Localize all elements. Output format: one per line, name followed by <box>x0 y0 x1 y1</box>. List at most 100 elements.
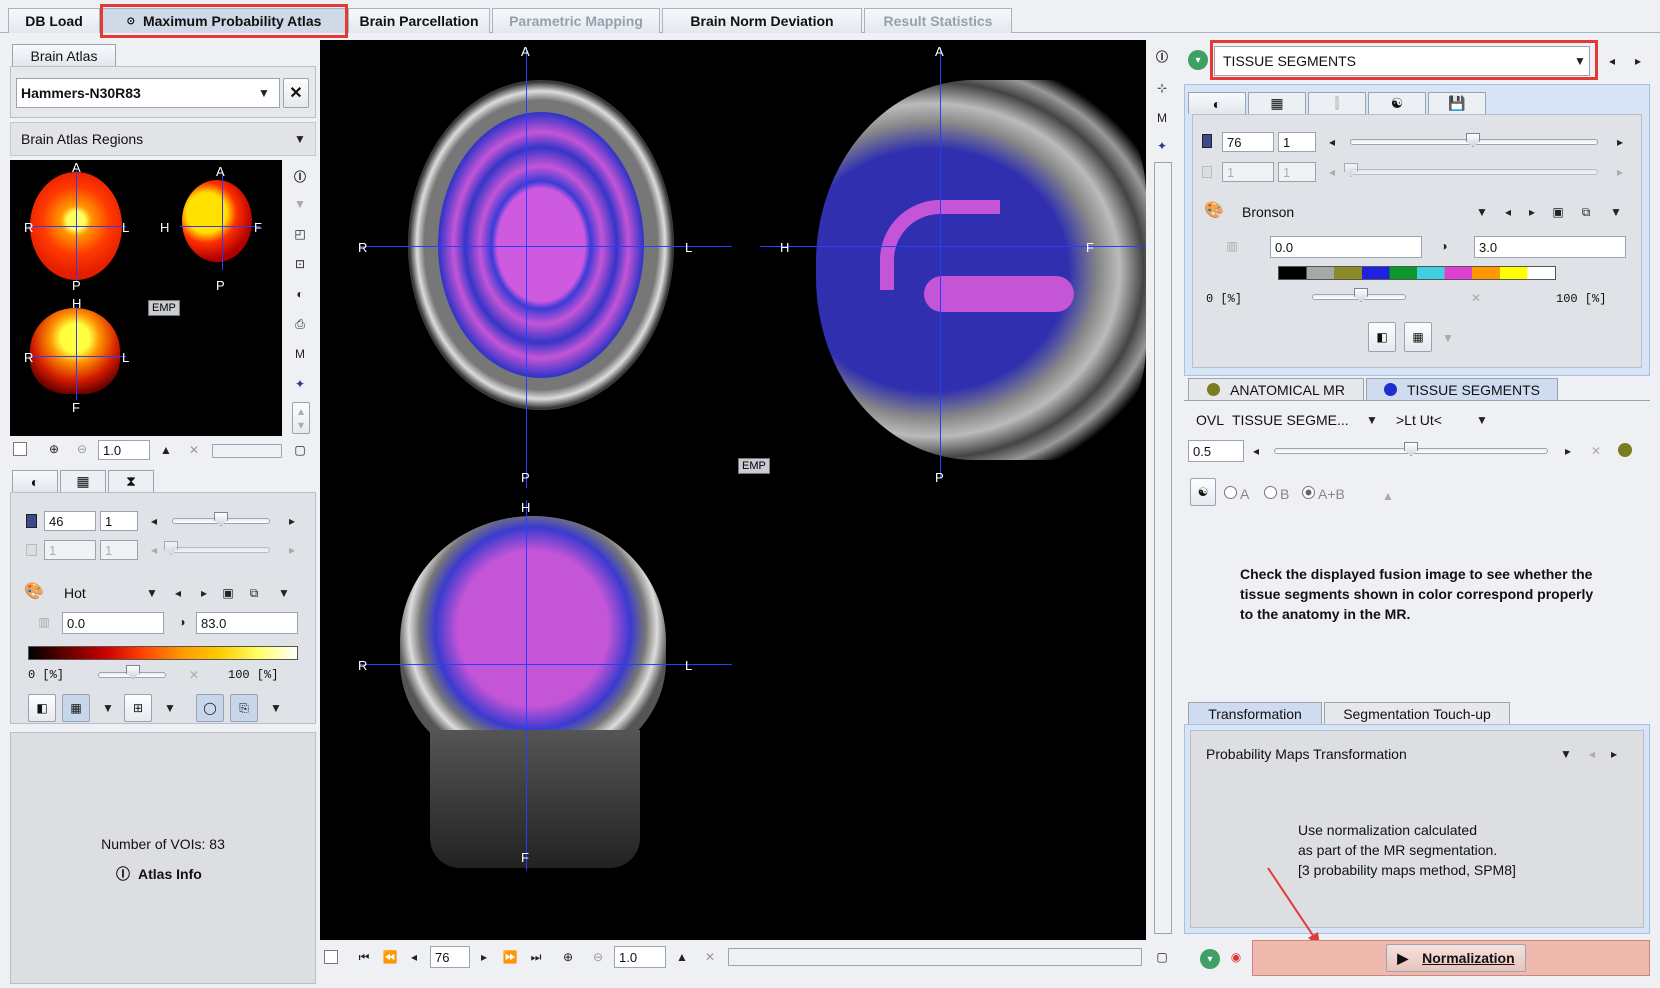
prev-icon[interactable]: ◂ <box>170 585 186 601</box>
series-select[interactable]: TISSUE SEGMENTS <box>1214 46 1590 76</box>
fusion-button[interactable]: ☯ <box>1190 478 1216 506</box>
slice-field[interactable]: 46 <box>44 511 96 531</box>
crosshair-icon[interactable]: ✦ <box>1154 138 1170 154</box>
next-icon[interactable]: ▸ <box>1612 134 1628 150</box>
tree-icon[interactable]: ⊹ <box>1154 80 1170 96</box>
contrast-knob-icon[interactable]: ◑ <box>1436 238 1452 254</box>
chevron-down-icon[interactable]: ▼ <box>1364 412 1380 428</box>
prev-icon[interactable]: ◂ <box>1324 164 1340 180</box>
ovl-select[interactable]: TISSUE SEGME... <box>1232 412 1349 428</box>
chevron-down-icon[interactable]: ▼ <box>100 700 116 716</box>
export-button[interactable]: ⎘ <box>230 694 258 722</box>
tab-fusion[interactable]: ☯ <box>1368 92 1426 114</box>
close-icon[interactable]: ✕ <box>186 667 202 683</box>
slice2-field[interactable]: 1 <box>44 540 96 560</box>
viewer-vertical-scrollbar[interactable] <box>1154 162 1172 934</box>
tab-brain-norm-deviation[interactable]: Brain Norm Deviation <box>662 8 862 33</box>
close-icon[interactable]: ✕ <box>186 442 202 458</box>
next-icon[interactable]: ▸ <box>284 542 300 558</box>
tab-colors[interactable]: ◐ <box>12 470 58 492</box>
slice2-step-field[interactable]: 1 <box>1278 162 1316 182</box>
colorbar[interactable] <box>1278 266 1556 280</box>
max-field[interactable]: 3.0 <box>1474 236 1626 258</box>
colormap-select[interactable]: Bronson <box>1242 204 1294 220</box>
chevron-down-icon[interactable]: ▼ <box>1558 746 1574 762</box>
slice2-slider[interactable] <box>1350 169 1598 175</box>
slice2-slider[interactable] <box>172 547 270 553</box>
tab-maximum-probability-atlas[interactable]: ⊙ Maximum Probability Atlas <box>102 8 346 33</box>
last-icon[interactable]: ⏭ <box>528 949 544 965</box>
chevron-down-icon[interactable]: ▼ <box>292 196 308 212</box>
rewind-icon[interactable]: ⏪ <box>382 949 398 965</box>
chevron-down-icon[interactable]: ▼ <box>144 585 160 601</box>
contour-button[interactable]: ◯ <box>196 694 224 722</box>
prev-icon[interactable]: ◂ <box>1584 746 1600 762</box>
tab-result-statistics[interactable]: Result Statistics <box>864 8 1012 33</box>
fusion-mode-button[interactable]: ◧ <box>1368 322 1396 352</box>
prev-icon[interactable]: ◂ <box>146 513 162 529</box>
pan-scrollbar[interactable] <box>212 444 282 458</box>
max-field[interactable]: 83.0 <box>196 612 298 634</box>
scroll-buttons[interactable]: ▴ ▾ <box>292 402 310 434</box>
zoom-out-icon[interactable]: ⊖ <box>590 949 606 965</box>
chevron-down-icon[interactable]: ▼ <box>256 85 272 101</box>
up-icon[interactable]: ▲ <box>158 442 174 458</box>
frame-icon[interactable]: ◰ <box>292 226 308 242</box>
checker-icon[interactable]: ▣ <box>220 585 236 601</box>
up-icon[interactable]: ▲ <box>674 949 690 965</box>
colormap-select[interactable]: Hot <box>64 585 86 601</box>
tab-transformation[interactable]: Transformation <box>1188 702 1322 724</box>
tab-segmentation-touch-up[interactable]: Segmentation Touch-up <box>1324 702 1510 724</box>
normalization-button[interactable]: ▶ Normalization <box>1386 944 1526 972</box>
grid-button[interactable]: ⊞ <box>124 694 152 722</box>
zoom-in-icon[interactable]: ⊕ <box>46 441 62 457</box>
close-icon[interactable]: ✕ <box>1588 443 1604 459</box>
opacity-field[interactable]: 0.5 <box>1188 440 1244 462</box>
up-icon[interactable]: ▲ <box>1380 488 1396 504</box>
prev-icon[interactable]: ◂ <box>1604 53 1620 69</box>
tab-anatomical-mr[interactable]: ANATOMICAL MR <box>1188 378 1364 400</box>
print-icon[interactable]: ⎙ <box>292 316 308 332</box>
viewer-horizontal-scrollbar[interactable] <box>728 948 1142 966</box>
chevron-down-icon[interactable]: ▼ <box>1608 204 1624 220</box>
radio-a[interactable] <box>1224 486 1237 499</box>
m-icon[interactable]: M <box>1154 110 1170 126</box>
tab-colors[interactable]: ◐ <box>1188 92 1246 114</box>
prev-icon[interactable]: ◂ <box>1324 134 1340 150</box>
info-icon[interactable]: Ⓘ <box>1154 48 1170 64</box>
layers-icon[interactable]: ⧉ <box>1578 204 1594 220</box>
tab-tissue-segments[interactable]: TISSUE SEGMENTS <box>1366 378 1558 400</box>
next-icon[interactable]: ▸ <box>1524 204 1540 220</box>
colorbar[interactable] <box>28 646 298 660</box>
tab-brain-parcellation[interactable]: Brain Parcellation <box>348 8 490 33</box>
next-icon[interactable]: ▸ <box>196 585 212 601</box>
chevron-down-icon[interactable]: ▼ <box>162 700 178 716</box>
slice-step-field[interactable]: 1 <box>100 511 138 531</box>
fusion-mode-button[interactable]: ◧ <box>28 694 56 722</box>
sync-checkbox[interactable] <box>13 442 27 456</box>
min-field[interactable]: 0.0 <box>62 612 164 634</box>
chevron-down-icon[interactable]: ▼ <box>1572 53 1588 69</box>
slice2-field[interactable]: 1 <box>1222 162 1274 182</box>
palette-icon[interactable]: 🎨 <box>24 583 44 600</box>
next-icon[interactable]: ▸ <box>476 949 492 965</box>
min-field[interactable]: 0.0 <box>1270 236 1422 258</box>
close-icon[interactable]: ✕ <box>1468 290 1484 306</box>
layout-button[interactable]: ▦ <box>62 694 90 722</box>
zoom-field[interactable]: 1.0 <box>98 440 150 460</box>
zoom-field[interactable]: 1.0 <box>614 946 666 968</box>
prev-icon[interactable]: ◂ <box>146 542 162 558</box>
regions-select[interactable]: Brain Atlas Regions <box>10 122 316 156</box>
palette-icon[interactable]: 🎨 <box>1204 202 1224 219</box>
fast-forward-icon[interactable]: ⏩ <box>502 949 518 965</box>
chevron-down-icon[interactable]: ▼ <box>276 585 292 601</box>
tab-histogram[interactable]: ⫿ <box>1308 92 1366 114</box>
checker-icon[interactable]: ▣ <box>1550 204 1566 220</box>
layers-icon[interactable]: ⧉ <box>246 585 262 601</box>
radio-ab[interactable] <box>1302 486 1315 499</box>
tab-parametric-mapping[interactable]: Parametric Mapping <box>492 8 660 33</box>
crosshair-icon[interactable]: ✦ <box>292 376 308 392</box>
info-icon[interactable]: Ⓘ <box>292 168 308 184</box>
slice2-step-field[interactable]: 1 <box>100 540 138 560</box>
chevron-down-icon[interactable]: ▼ <box>292 131 308 147</box>
